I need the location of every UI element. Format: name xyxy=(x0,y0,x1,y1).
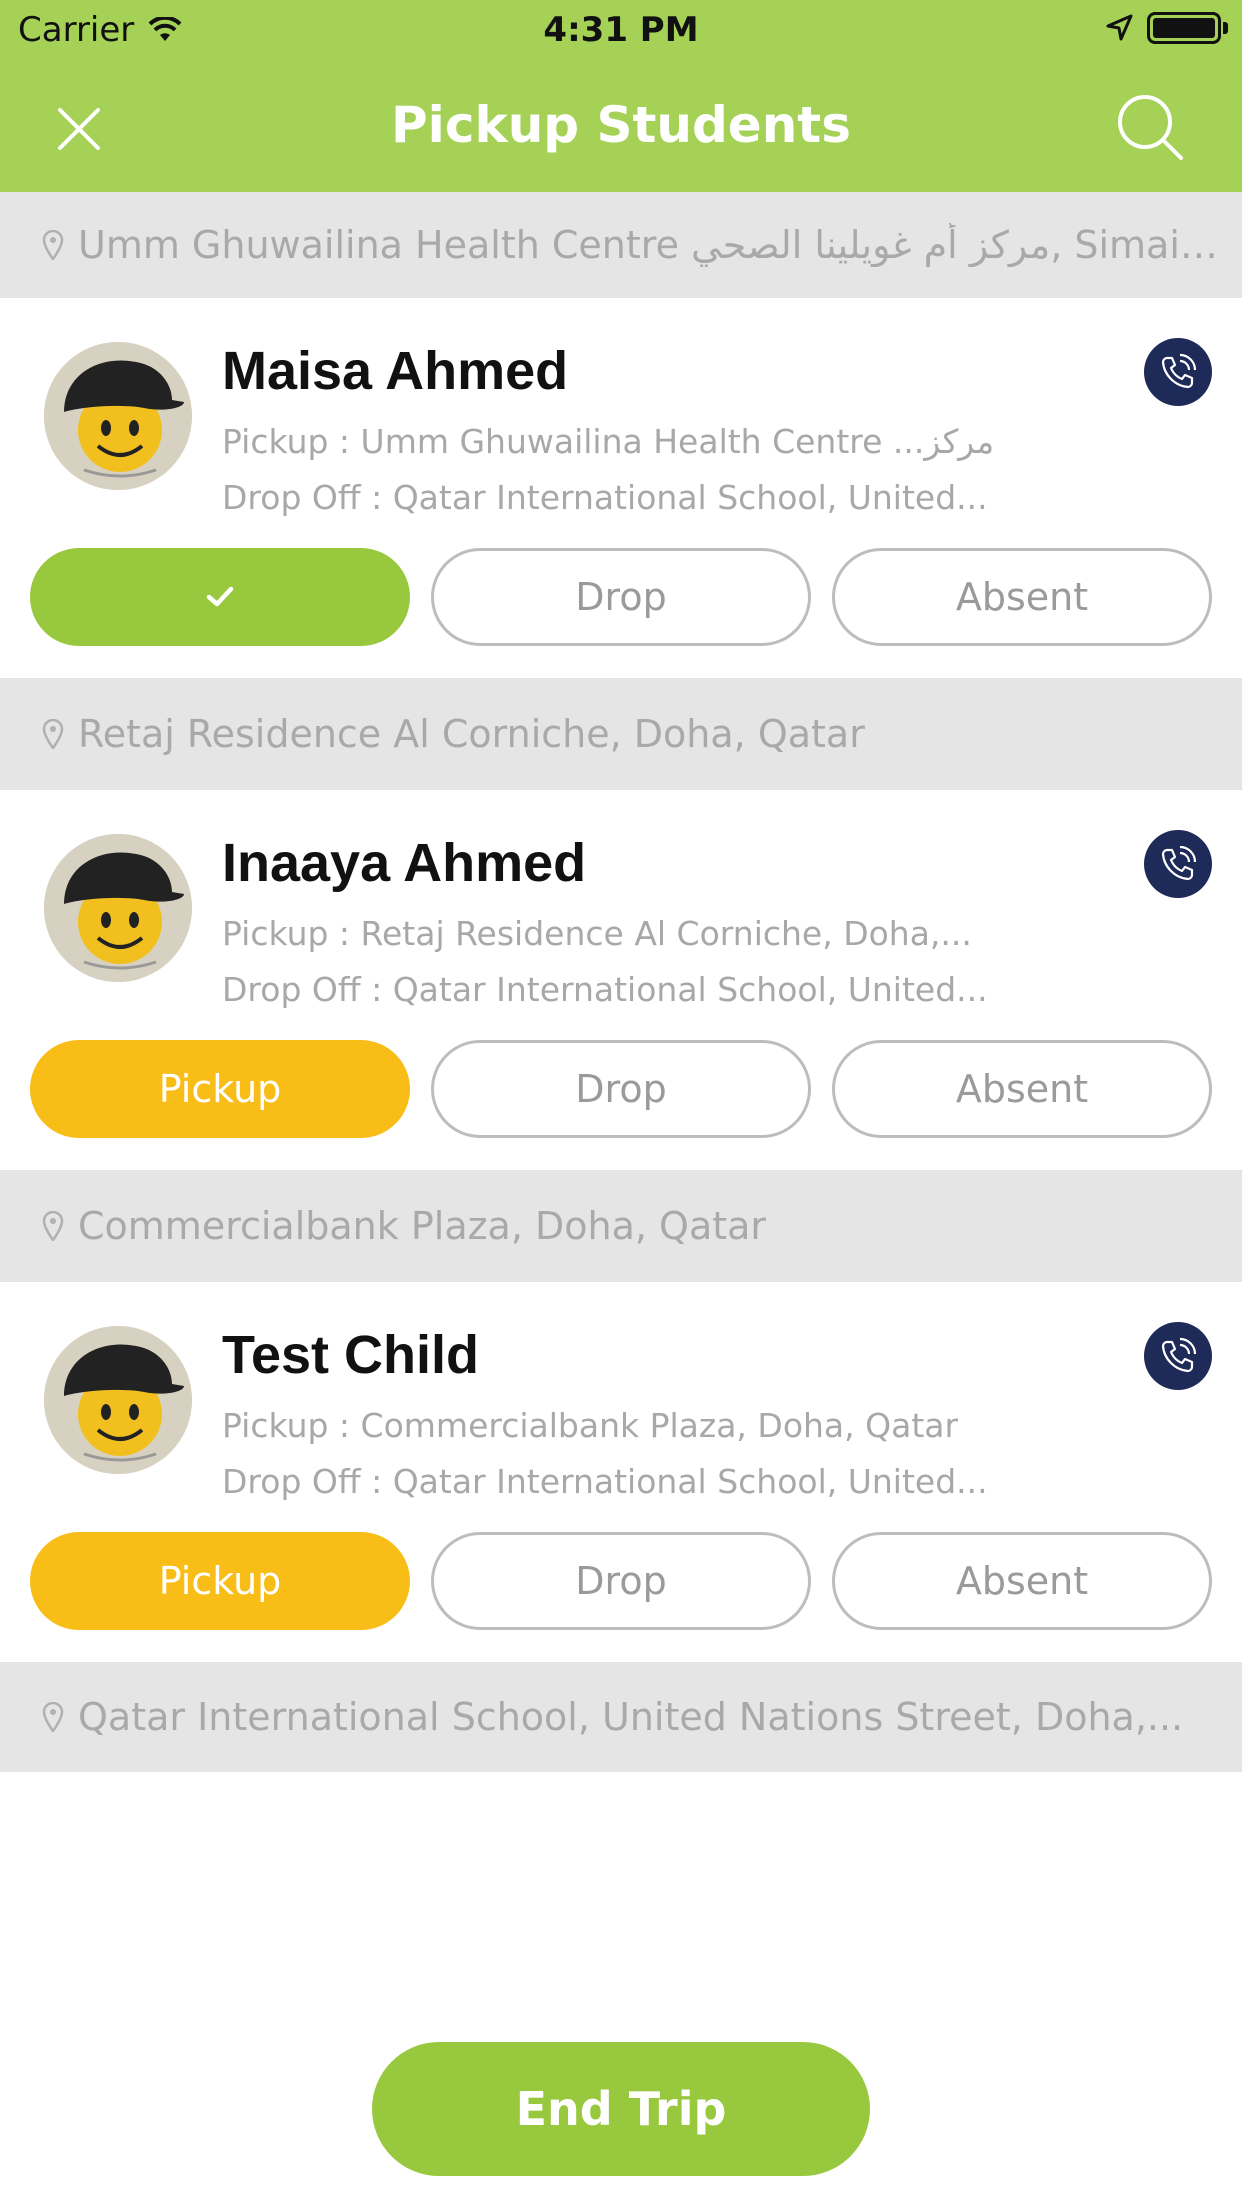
checkmark-icon xyxy=(206,586,234,607)
avatar xyxy=(44,834,192,982)
status-right xyxy=(1105,12,1228,44)
student-name: Inaaya Ahmed xyxy=(222,833,587,893)
map-pin-icon xyxy=(42,719,64,749)
stop-address: Commercialbank Plaza, Doha, Qatar xyxy=(78,1204,767,1248)
avatar xyxy=(44,342,192,490)
map-pin-icon xyxy=(42,1211,64,1241)
phone-icon xyxy=(1161,353,1197,389)
pickup-address: Pickup : Umm Ghuwailina Health Centre ..… xyxy=(222,422,995,461)
status-bar: Carrier 4:31 PM xyxy=(0,0,1242,62)
search-button[interactable] xyxy=(1115,92,1187,164)
student-name: Test Child xyxy=(222,1325,480,1385)
phone-icon xyxy=(1161,845,1197,881)
pickup-button[interactable]: Pickup xyxy=(30,1040,410,1138)
search-icon xyxy=(1118,95,1183,160)
call-button[interactable] xyxy=(1144,830,1212,898)
student-card: Test Child Pickup : Commercialbank Plaza… xyxy=(0,1282,1242,1662)
map-pin-icon xyxy=(42,230,64,260)
call-button[interactable] xyxy=(1144,1322,1212,1390)
picked-up-button[interactable] xyxy=(30,548,410,646)
call-button[interactable] xyxy=(1144,338,1212,406)
absent-button[interactable]: Absent xyxy=(832,1532,1212,1630)
stop-address: Umm Ghuwailina Health Centre مركز أم غوي… xyxy=(78,223,1228,267)
stop-address-bar: Retaj Residence Al Corniche, Doha, Qatar xyxy=(0,678,1242,790)
student-card: Inaaya Ahmed Pickup : Retaj Residence Al… xyxy=(0,790,1242,1170)
drop-button[interactable]: Drop xyxy=(431,1532,811,1630)
app-header: Carrier 4:31 PM Pickup Students xyxy=(0,0,1242,192)
map-pin-icon xyxy=(42,1702,64,1732)
absent-button[interactable]: Absent xyxy=(832,1040,1212,1138)
absent-button[interactable]: Absent xyxy=(832,548,1212,646)
avatar xyxy=(44,1326,192,1474)
stop-address: Qatar International School, United Natio… xyxy=(78,1695,1184,1739)
dropoff-address: Drop Off : Qatar International School, U… xyxy=(222,970,988,1009)
stop-address-bar: Commercialbank Plaza, Doha, Qatar xyxy=(0,1170,1242,1282)
pickup-address: Pickup : Retaj Residence Al Corniche, Do… xyxy=(222,914,972,953)
phone-icon xyxy=(1161,1337,1197,1373)
battery-icon xyxy=(1147,12,1221,44)
stop-address-bar: Umm Ghuwailina Health Centre مركز أم غوي… xyxy=(0,192,1242,298)
pickup-address: Pickup : Commercialbank Plaza, Doha, Qat… xyxy=(222,1406,959,1445)
page-title: Pickup Students xyxy=(391,96,851,154)
stop-address: Retaj Residence Al Corniche, Doha, Qatar xyxy=(78,712,865,756)
battery-tip xyxy=(1223,22,1228,34)
status-time: 4:31 PM xyxy=(543,10,699,50)
dropoff-address: Drop Off : Qatar International School, U… xyxy=(222,1462,988,1501)
location-arrow-icon xyxy=(1106,14,1133,41)
pickup-button[interactable]: Pickup xyxy=(30,1532,410,1630)
student-card: Maisa Ahmed Pickup : Umm Ghuwailina Heal… xyxy=(0,298,1242,678)
drop-button[interactable]: Drop xyxy=(431,1040,811,1138)
student-name: Maisa Ahmed xyxy=(222,341,569,401)
stop-address-bar: Qatar International School, United Natio… xyxy=(0,1662,1242,1772)
dropoff-address: Drop Off : Qatar International School, U… xyxy=(222,478,988,517)
end-trip-button[interactable]: End Trip xyxy=(372,2042,870,2176)
drop-button[interactable]: Drop xyxy=(431,548,811,646)
